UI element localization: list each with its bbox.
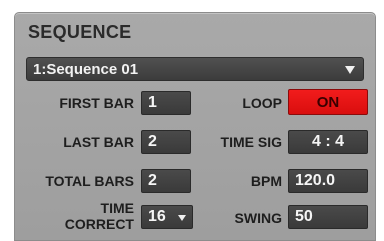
bpm-label: BPM [250,173,282,189]
sequence-select[interactable]: 1:Sequence 01 [26,57,364,81]
time-correct-label: TIME CORRECT [54,200,134,232]
last-bar-field[interactable]: 2 [141,130,191,154]
chevron-down-icon [345,66,355,74]
loop-toggle[interactable]: ON [288,89,368,115]
bpm-field[interactable]: 120.0 [288,169,368,193]
time-correct-value: 16 [148,208,166,225]
total-bars-field: 2 [141,169,191,193]
swing-field[interactable]: 50 [288,205,368,229]
first-bar-field[interactable]: 1 [141,91,191,115]
total-bars-label: TOTAL BARS [45,173,134,189]
time-correct-label-line1: TIME [100,200,134,216]
panel-title: SEQUENCE [28,22,132,42]
first-bar-label: FIRST BAR [59,95,134,111]
loop-label: LOOP [242,95,282,111]
time-correct-select[interactable]: 16 [141,205,193,229]
last-bar-label: LAST BAR [63,134,134,150]
chevron-down-icon [178,215,186,221]
sequence-select-value: 1:Sequence 01 [33,60,139,78]
swing-label: SWING [234,210,282,226]
time-sig-label: TIME SIG [220,134,282,150]
time-correct-label-line2: CORRECT [64,216,134,232]
time-sig-field[interactable]: 4 : 4 [288,130,368,154]
